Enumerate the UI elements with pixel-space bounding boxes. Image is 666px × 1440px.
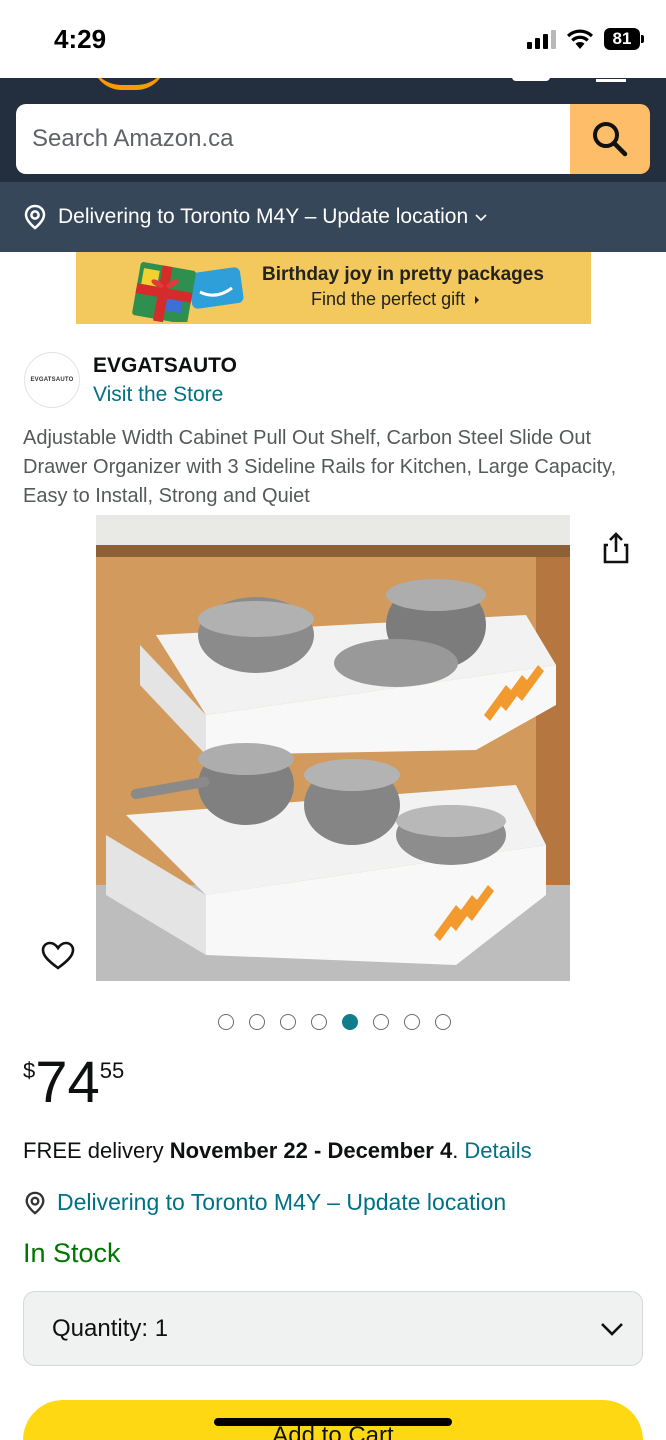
delivery-suffix: . [452,1138,465,1163]
quantity-selector[interactable]: Quantity: 1 [23,1291,643,1366]
heart-icon [41,941,75,970]
delivery-location-bar[interactable]: Delivering to Toronto M4Y – Update locat… [0,182,666,252]
deliver-to-text: Delivering to Toronto M4Y – Update locat… [57,1189,507,1215]
cart-icon[interactable] [596,78,626,82]
location-pin-icon [22,204,48,230]
promo-subtitle: Find the perfect gift [311,289,466,309]
store-logo[interactable]: EVGATSAUTO [24,352,80,408]
share-icon [603,532,629,564]
promo-title: Birthday joy in pretty packages [262,264,544,285]
store-name: EVGATSAUTO [93,354,237,377]
account-icon[interactable] [512,78,550,81]
search-bar [16,104,650,174]
price-symbol: $ [23,1058,36,1083]
cellular-signal-icon [527,29,556,49]
product-image[interactable] [96,515,570,981]
price: $ 74 55 [23,1052,124,1114]
search-input[interactable] [16,104,570,174]
carousel-dot[interactable] [280,1014,296,1030]
delivery-location-text: Delivering to Toronto M4Y – Update locat… [58,205,469,228]
delivery-info: FREE delivery November 22 - December 4. … [23,1138,532,1164]
wifi-icon [567,29,593,49]
delivery-dates: November 22 - December 4 [169,1138,453,1163]
status-icons: 81 [527,28,644,50]
status-bar: 4:29 81 [0,0,666,78]
carousel-dot-active[interactable] [342,1014,358,1030]
carousel-dot[interactable] [311,1014,327,1030]
promo-subtitle-link[interactable]: Find the perfect gift [311,289,481,310]
quantity-text: Quantity: 1 [52,1315,168,1343]
carousel-dot[interactable] [218,1014,234,1030]
image-carousel-dots [218,1014,451,1030]
price-fraction: 55 [99,1058,125,1083]
carousel-dot[interactable] [435,1014,451,1030]
quantity-value: 1 [154,1314,169,1342]
carousel-dot[interactable] [249,1014,265,1030]
location-pin-icon [25,1191,45,1215]
app-header [0,78,666,182]
deliver-to-location[interactable]: Delivering to Toronto M4Y – Update locat… [23,1189,506,1216]
chevron-right-icon [475,295,480,304]
product-title: Adjustable Width Cabinet Pull Out Shelf,… [23,427,617,507]
carousel-dot[interactable] [373,1014,389,1030]
search-button[interactable] [570,104,650,174]
promo-banner[interactable]: Birthday joy in pretty packages Find the… [76,252,591,324]
price-whole: 74 [35,1050,100,1115]
battery-indicator: 81 [604,28,644,50]
gift-icon [132,262,244,322]
chevron-down-icon [474,212,488,222]
search-icon [593,122,628,157]
delivery-details-link[interactable]: Details [464,1138,531,1163]
quantity-label: Quantity: [52,1314,149,1342]
delivery-prefix: FREE delivery [23,1138,170,1163]
home-indicator [214,1418,452,1426]
amazon-logo[interactable] [92,78,166,90]
visit-store-link[interactable]: Visit the Store [93,383,223,407]
carousel-dot[interactable] [404,1014,420,1030]
store-logo-text: EVGATSAUTO [30,377,74,383]
wishlist-button[interactable] [38,936,78,976]
stock-status: In Stock [23,1238,121,1268]
status-time: 4:29 [54,24,107,54]
chevron-down-icon [601,1322,623,1336]
share-button[interactable] [598,530,634,566]
